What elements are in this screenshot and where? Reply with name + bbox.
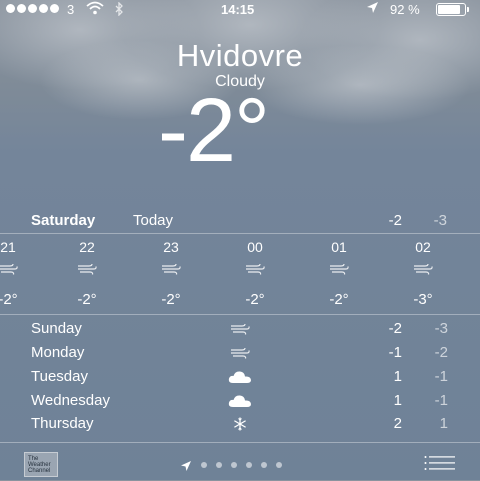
day-low: -3 xyxy=(434,320,448,337)
page-indicator[interactable] xyxy=(180,459,282,471)
day-high: 1 xyxy=(393,392,402,409)
today-high: -2 xyxy=(388,212,402,229)
day-name: Wednesday xyxy=(31,392,110,409)
weather-channel-logo[interactable]: The Weather Channel xyxy=(24,452,58,477)
day-name: Sunday xyxy=(31,320,82,337)
page-dot xyxy=(276,462,282,468)
daily-row: Sunday -2 -3 xyxy=(0,320,480,342)
daily-row: Wednesday 1 -1 xyxy=(0,392,480,414)
page-dot xyxy=(261,462,267,468)
hour-temperature: -2° xyxy=(245,291,265,308)
page-dot xyxy=(201,462,207,468)
hour-temperature: -2° xyxy=(329,291,349,308)
wind-icon xyxy=(225,263,285,277)
hour-temperature: -2° xyxy=(77,291,97,308)
day-low: -1 xyxy=(434,368,448,385)
hour-label: 22 xyxy=(79,239,95,255)
today-low: -3 xyxy=(433,212,447,229)
city-list-icon[interactable] xyxy=(424,455,456,471)
day-low: -1 xyxy=(434,392,448,409)
signal-strength-icon xyxy=(6,4,59,13)
hour-label: 00 xyxy=(247,239,263,255)
day-low: -2 xyxy=(434,344,448,361)
daily-row: Thursday 2 1 xyxy=(0,415,480,437)
status-time: 14:15 xyxy=(221,2,255,17)
wind-icon xyxy=(0,263,38,277)
hour-label: 23 xyxy=(163,239,179,255)
today-summary-row: Saturday Today -2 -3 xyxy=(0,212,480,232)
hour-label: 21 xyxy=(0,239,16,255)
location-arrow-icon xyxy=(366,1,379,17)
divider xyxy=(0,314,480,315)
day-high: 1 xyxy=(393,368,402,385)
wind-icon xyxy=(226,345,254,361)
bottom-toolbar: The Weather Channel xyxy=(0,442,480,481)
day-name: Monday xyxy=(31,344,85,361)
today-label: Today xyxy=(133,212,174,229)
snowflake-icon xyxy=(226,416,254,432)
cloud-icon xyxy=(226,369,254,385)
page-dot xyxy=(246,462,252,468)
wind-icon xyxy=(141,263,201,277)
battery-icon xyxy=(436,3,469,16)
wind-icon xyxy=(393,263,453,277)
day-low: 1 xyxy=(439,415,448,432)
bluetooth-icon xyxy=(115,1,124,19)
carrier-label: 3 xyxy=(67,2,75,17)
wind-icon xyxy=(57,263,117,277)
today-day: Saturday xyxy=(31,212,96,229)
city-name: Hvidovre xyxy=(176,38,304,73)
hour-temperature: -2° xyxy=(161,291,181,308)
hourly-forecast[interactable]: 21 -2° 22 -2° 23 -2° 00 -2° 01 -2° 02 -3… xyxy=(0,234,480,314)
day-high: 2 xyxy=(393,415,402,432)
day-high: -2 xyxy=(388,320,402,337)
hour-label: 02 xyxy=(415,239,431,255)
current-temperature: -2° xyxy=(158,81,270,181)
wind-icon xyxy=(226,321,254,337)
day-high: -1 xyxy=(388,344,402,361)
page-dot xyxy=(231,462,237,468)
location-arrow-icon xyxy=(180,459,192,471)
battery-percent: 92 % xyxy=(390,2,420,17)
daily-row: Tuesday 1 -1 xyxy=(0,368,480,390)
hour-temperature: -2° xyxy=(0,291,18,308)
hour-label: 01 xyxy=(331,239,347,255)
hour-temperature: -3° xyxy=(413,291,433,308)
day-name: Tuesday xyxy=(31,368,88,385)
wind-icon xyxy=(309,263,369,277)
daily-row: Monday -1 -2 xyxy=(0,344,480,366)
status-bar: 3 14:15 92 % xyxy=(0,0,480,20)
page-dot xyxy=(216,462,222,468)
cloud-icon xyxy=(226,393,254,409)
day-name: Thursday xyxy=(31,415,94,432)
wifi-icon xyxy=(86,1,104,18)
